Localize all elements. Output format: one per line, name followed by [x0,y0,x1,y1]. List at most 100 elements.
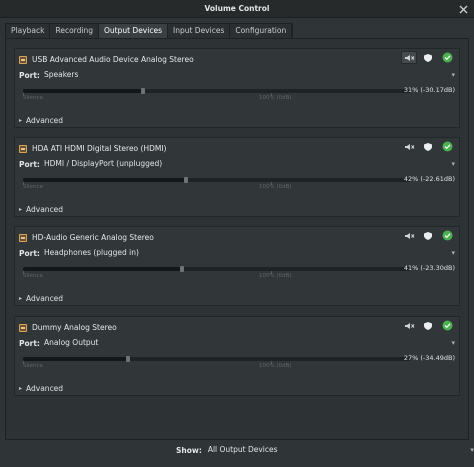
speaker-mute-icon [404,54,414,61]
device-name: USB Advanced Audio Device Analog Stereo [32,55,194,64]
mute-button[interactable] [401,140,417,153]
expander-arrow-icon: ▸ [19,206,23,213]
tab-configuration[interactable]: Configuration [230,24,293,38]
volume-fill [23,267,183,271]
window-title: Volume Control [204,4,270,13]
shield-icon [424,142,432,151]
volume-row: Silence 100% (0dB) 41% (-23.30dB) [23,263,455,283]
tab-recording[interactable]: Recording [50,24,99,38]
chevron-down-icon: ▾ [451,249,455,257]
device-header: USB Advanced Audio Device Analog Stereo [19,55,194,64]
show-select[interactable]: All Output Devices ▾ [208,444,474,456]
close-icon[interactable] [457,3,469,15]
show-filter-row: Show: All Output Devices ▾ [176,444,474,456]
device-buttons [401,140,455,153]
volume-fill [23,89,144,93]
expander-arrow-icon: ▸ [19,385,23,392]
set-default-button[interactable] [439,140,455,153]
advanced-label: Advanced [26,205,64,214]
set-default-button[interactable] [439,51,455,64]
tick-100-label: 100% (0dB) [259,273,292,279]
chevron-down-icon: ▾ [451,71,455,79]
volume-handle[interactable] [125,356,130,362]
volume-readout: 41% (-23.30dB) [403,264,455,272]
device-header: HDA ATI HDMI Digital Stereo (HDMI) [19,144,166,153]
check-circle-icon [442,52,452,63]
chevron-down-icon: ▾ [470,446,474,454]
volume-readout: 42% (-22.61dB) [403,175,455,183]
check-circle-icon [442,320,452,331]
mute-button[interactable] [401,229,417,242]
speaker-mute-icon [404,322,414,329]
volume-fill [23,178,186,182]
mute-button[interactable] [401,319,417,332]
port-label: Port: [19,248,40,258]
advanced-expander[interactable]: ▸ Advanced [19,205,63,214]
device-card: HDA ATI HDMI Digital Stereo (HDMI) Port:… [14,137,460,217]
tick-100-label: 100% (0dB) [259,363,292,369]
expander-arrow-icon: ▸ [19,117,23,124]
tab-output-devices[interactable]: Output Devices [98,24,168,38]
device-card: HD-Audio Generic Analog Stereo Port: Hea… [14,226,460,306]
show-value: All Output Devices [207,445,278,454]
advanced-expander[interactable]: ▸ Advanced [19,384,63,393]
tick-silence-label: Silence [23,184,43,190]
port-select[interactable]: HDMI / DisplayPort (unplugged) ▾ [44,158,457,170]
lock-channels-button[interactable] [420,229,436,242]
volume-readout: 27% (-34.49dB) [403,354,455,362]
advanced-label: Advanced [26,116,64,125]
device-buttons [401,51,455,64]
volume-handle[interactable] [141,88,146,94]
device-card: USB Advanced Audio Device Analog Stereo … [14,48,460,128]
output-devices-panel: USB Advanced Audio Device Analog Stereo … [5,38,469,440]
port-label: Port: [19,338,40,348]
tab-playback[interactable]: Playback [6,24,51,38]
lock-channels-button[interactable] [420,140,436,153]
port-label: Port: [19,70,40,80]
chevron-down-icon: ▾ [451,160,455,168]
volume-slider[interactable] [23,88,411,94]
advanced-label: Advanced [26,294,64,303]
set-default-button[interactable] [439,229,455,242]
volume-handle[interactable] [183,177,188,183]
volume-slider[interactable] [23,266,411,272]
device-card: Dummy Analog Stereo Port: Analog Output ▾ [14,316,460,396]
device-buttons [401,229,455,242]
device-name: Dummy Analog Stereo [32,323,117,332]
port-row: Port: HDMI / DisplayPort (unplugged) ▾ [19,158,457,170]
shield-icon [424,53,432,62]
port-select[interactable]: Speakers ▾ [44,69,457,81]
lock-channels-button[interactable] [420,51,436,64]
tick-100-label: 100% (0dB) [259,95,292,101]
port-select[interactable]: Analog Output ▾ [44,337,457,349]
device-header: Dummy Analog Stereo [19,323,117,332]
speaker-mute-icon [404,143,414,150]
tab-bar: Playback Recording Output Devices Input … [5,23,294,38]
volume-fill [23,357,128,361]
set-default-button[interactable] [439,319,455,332]
port-select[interactable]: Headphones (plugged in) ▾ [44,247,457,259]
tab-input-devices[interactable]: Input Devices [167,24,231,38]
tick-silence-label: Silence [23,363,43,369]
sound-card-icon [19,55,27,64]
device-header: HD-Audio Generic Analog Stereo [19,233,154,242]
volume-row: Silence 100% (0dB) 27% (-34.49dB) [23,353,455,373]
advanced-expander[interactable]: ▸ Advanced [19,116,63,125]
port-value: Headphones (plugged in) [44,248,139,257]
shield-icon [424,321,432,330]
check-circle-icon [442,141,452,152]
mute-button[interactable] [401,51,417,64]
title-bar: Volume Control [0,0,474,18]
port-value: Analog Output [44,338,99,347]
sound-card-icon [19,144,27,153]
volume-slider[interactable] [23,356,411,362]
port-label: Port: [19,159,40,169]
sound-card-icon [19,323,27,332]
check-circle-icon [442,230,452,241]
advanced-expander[interactable]: ▸ Advanced [19,294,63,303]
tick-silence-label: Silence [23,95,43,101]
sound-card-icon [19,233,27,242]
lock-channels-button[interactable] [420,319,436,332]
volume-handle[interactable] [180,266,185,272]
volume-slider[interactable] [23,177,411,183]
